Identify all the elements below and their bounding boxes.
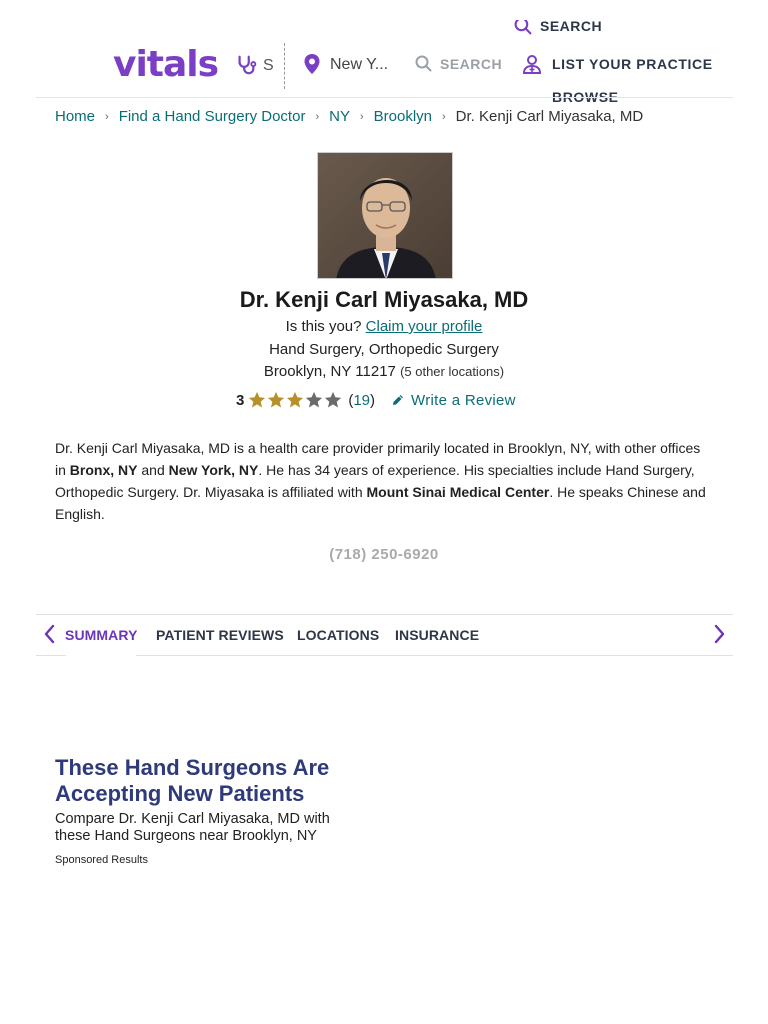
- claim-profile-link[interactable]: Claim your profile: [366, 318, 483, 335]
- star-icon: [268, 391, 285, 408]
- star-icon: [306, 391, 323, 408]
- doctor-bio: Dr. Kenji Carl Miyasaka, MD is a health …: [55, 437, 715, 525]
- star-icon: [287, 391, 304, 408]
- profile-tabs: SUMMARY PATIENT REVIEWS LOCATIONS INSURA…: [36, 614, 733, 658]
- phone-number[interactable]: (718) 250-6920: [0, 546, 768, 563]
- chevron-left-icon[interactable]: [40, 623, 60, 645]
- review-count-link[interactable]: 19: [353, 392, 370, 409]
- sponsored-label: Sponsored Results: [55, 854, 148, 866]
- chevron-right-icon: ›: [359, 110, 364, 123]
- header-divider-line: [36, 97, 733, 98]
- write-review-label: Write a Review: [411, 391, 516, 409]
- vitals-logo[interactable]: vitals: [113, 44, 219, 85]
- chevron-right-icon: ›: [315, 110, 320, 123]
- promo-title: These Hand Surgeons Are Accepting New Pa…: [55, 755, 330, 806]
- stethoscope-icon: [238, 55, 257, 75]
- breadcrumb-home[interactable]: Home: [55, 108, 95, 125]
- list-your-practice-link[interactable]: LIST YOUR PRACTICE: [522, 54, 713, 74]
- list-your-practice-label: LIST YOUR PRACTICE: [552, 56, 713, 72]
- search-icon: [415, 55, 432, 72]
- promo-subtitle: Compare Dr. Kenji Carl Miyasaka, MD with…: [55, 811, 330, 844]
- site-header: vitals S New Y... SEARCH SEARCH LIST YOU…: [0, 0, 768, 105]
- rating-number: 3: [236, 391, 245, 409]
- primary-location: Brooklyn, NY 11217: [263, 363, 396, 380]
- breadcrumb: Home › Find a Hand Surgery Doctor › NY ›…: [55, 108, 643, 125]
- mobile-search-button[interactable]: SEARCH: [514, 20, 602, 38]
- star-icon: [249, 391, 266, 408]
- chevron-right-icon: ›: [442, 110, 446, 123]
- tab-summary[interactable]: SUMMARY: [65, 627, 138, 643]
- tab-insurance[interactable]: INSURANCE: [395, 627, 479, 643]
- doctor-photo: [317, 152, 453, 279]
- breadcrumb-current: Dr. Kenji Carl Miyasaka, MD: [455, 108, 644, 125]
- chevron-right-icon[interactable]: [709, 623, 729, 645]
- bio-location-new-york: New York, NY: [168, 462, 259, 478]
- header-divider: [284, 43, 285, 89]
- write-review-link[interactable]: Write a Review: [391, 392, 516, 409]
- bio-text: and: [137, 462, 169, 478]
- active-tab-indicator: [66, 655, 136, 658]
- other-locations-link[interactable]: (5 other locations): [400, 364, 504, 379]
- bio-hospital: Mount Sinai Medical Center: [366, 484, 550, 500]
- claim-prefix: Is this you?: [285, 318, 362, 335]
- map-pin-icon: [304, 54, 320, 74]
- star-rating: [248, 391, 343, 409]
- chevron-right-icon: ›: [105, 110, 109, 123]
- pencil-icon: [393, 395, 404, 405]
- bio-location-bronx: Bronx, NY: [69, 462, 138, 478]
- rating-row: 3 (19) Write a Review: [236, 391, 516, 409]
- search-icon: [514, 20, 532, 35]
- tab-locations[interactable]: LOCATIONS: [297, 627, 379, 643]
- location-input[interactable]: New Y...: [330, 56, 400, 74]
- tab-patient-reviews[interactable]: PATIENT REVIEWS: [156, 627, 284, 643]
- doctor-location: Brooklyn, NY 11217 (5 other locations): [0, 363, 768, 380]
- star-icon: [325, 391, 342, 408]
- doctor-specialties: Hand Surgery, Orthopedic Surgery: [269, 341, 499, 358]
- claim-profile-row: Is this you? Claim your profile: [0, 318, 768, 335]
- search-button[interactable]: SEARCH: [415, 55, 502, 72]
- search-query-input[interactable]: S: [263, 57, 274, 75]
- doctor-name: Dr. Kenji Carl Miyasaka, MD: [239, 287, 529, 312]
- mobile-search-label: SEARCH: [540, 20, 603, 34]
- search-button-label: SEARCH: [440, 55, 503, 72]
- doctor-icon: [522, 55, 542, 74]
- breadcrumb-brooklyn[interactable]: Brooklyn: [374, 108, 432, 125]
- breadcrumb-ny[interactable]: NY: [329, 108, 350, 125]
- breadcrumb-find-hand-surgery[interactable]: Find a Hand Surgery Doctor: [119, 108, 306, 125]
- review-count[interactable]: (19): [348, 392, 375, 409]
